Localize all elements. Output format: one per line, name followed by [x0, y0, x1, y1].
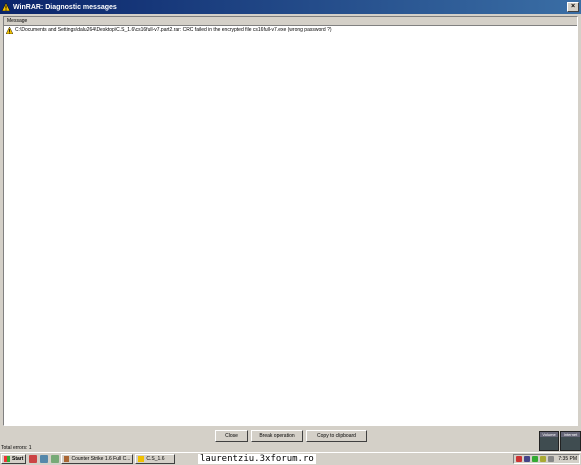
windows-logo-icon — [4, 456, 10, 462]
column-header-message[interactable]: Message — [4, 17, 577, 26]
system-tray: 7:35 PM — [513, 454, 580, 464]
close-window-button[interactable]: × — [567, 2, 579, 12]
task-label: Counter Strike 1.6 Full C... — [71, 456, 131, 462]
status-total-errors: Total errors: 1 — [1, 445, 32, 451]
message-list[interactable]: Message C:\Documents and Settings\dalu26… — [3, 16, 578, 426]
copy-to-clipboard-button[interactable]: Copy to clipboard — [306, 430, 367, 442]
start-button[interactable]: Start — [1, 454, 27, 464]
quicklaunch-media-icon[interactable] — [29, 455, 38, 463]
speaker-icon[interactable] — [548, 456, 555, 462]
title-bar: WinRAR: Diagnostic messages × — [0, 0, 581, 14]
volume-panel-label: Volume — [540, 432, 558, 437]
internet-panel-label: Internet — [561, 432, 580, 437]
window-title: WinRAR: Diagnostic messages — [13, 3, 117, 11]
message-text: C:\Documents and Settings\dalu264\Deskto… — [15, 27, 332, 33]
app-icon — [64, 456, 70, 462]
close-button[interactable]: Close — [215, 430, 248, 442]
taskbar-item-counter-strike[interactable]: Counter Strike 1.6 Full C... — [61, 454, 134, 464]
tray-icon[interactable] — [540, 456, 547, 462]
tray-icon[interactable] — [516, 456, 523, 462]
warning-icon — [6, 26, 13, 34]
warning-icon — [2, 3, 10, 11]
task-label: C.S_1.6 — [146, 456, 165, 462]
internet-panel: Internet — [560, 431, 581, 451]
tray-icon[interactable] — [532, 456, 539, 462]
start-label: Start — [12, 456, 24, 462]
list-item[interactable]: C:\Documents and Settings\dalu264\Deskto… — [4, 26, 577, 34]
button-bar: Close Break operation Copy to clipboard — [0, 430, 581, 442]
volume-panel: Volume — [539, 431, 559, 451]
break-operation-button[interactable]: Break operation — [251, 430, 303, 442]
clock: 7:35 PM — [558, 456, 577, 462]
quicklaunch-app-icon[interactable] — [51, 455, 60, 463]
quicklaunch-browser-icon[interactable] — [40, 455, 49, 463]
taskbar-item-cs16-folder[interactable]: C.S_1.6 — [135, 454, 176, 464]
folder-icon — [138, 456, 145, 462]
tray-icon[interactable] — [524, 456, 531, 462]
watermark-text: laurentziu.3xforum.ro — [198, 454, 316, 464]
